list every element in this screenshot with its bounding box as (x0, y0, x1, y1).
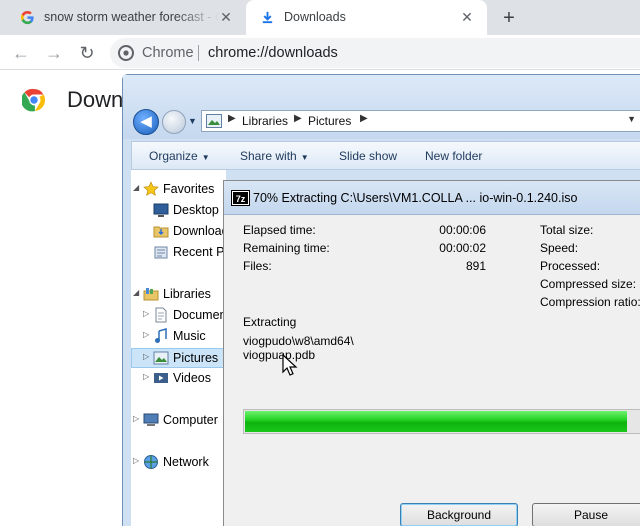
operation-label: Extracting (243, 315, 297, 329)
libraries-icon (143, 288, 159, 301)
close-tab-icon[interactable]: ✕ (218, 9, 234, 25)
url-origin: Chrome (142, 45, 194, 61)
explorer-nav-bar: ◀ ▼ ▶ Libraries ▶ Pictures ▶ ▼ (123, 75, 640, 139)
new-tab-icon[interactable]: + (498, 7, 520, 29)
tree-item-recent-places[interactable]: Recent Places (131, 243, 226, 263)
dialog-title-bar[interactable]: 7z 70% Extracting C:\Users\VM1.COLLA ...… (224, 181, 640, 215)
organize-button[interactable]: Organize ▼ (149, 149, 210, 163)
navigation-pane: ◢ Favorites Desktop Downloads Recent Pla… (131, 170, 226, 526)
pause-button[interactable]: Pause (532, 503, 640, 526)
forward-arrow-icon[interactable] (162, 110, 186, 134)
pictures-library-icon (206, 114, 222, 128)
network-icon (144, 455, 158, 469)
remaining-time-value: 00:00:02 (439, 241, 486, 255)
page-title: Down (67, 87, 124, 112)
browser-toolbar: ← → ↻ Chrome chrome://downloads (0, 35, 640, 70)
tab-strip: snow storm weather forecast - G ✕ Downlo… (0, 0, 640, 35)
background-button[interactable]: Background (400, 503, 518, 526)
download-icon (262, 11, 273, 24)
downloads-folder-icon (153, 226, 169, 238)
compression-ratio-label: Compression ratio: (540, 295, 640, 309)
collapsed-arrow-icon: ▷ (143, 330, 150, 339)
tab-title: Downloads (284, 10, 346, 24)
extraction-dialog: 7z 70% Extracting C:\Users\VM1.COLLA ...… (223, 180, 640, 526)
recent-places-icon (154, 246, 168, 259)
address-bar[interactable]: Chrome chrome://downloads (110, 38, 640, 68)
extraction-progress-bar (243, 409, 640, 434)
back-arrow-icon[interactable]: ◀ (133, 109, 159, 135)
breadcrumb-pictures[interactable]: Pictures (308, 114, 351, 128)
current-path: viogpudo\w8\amd64\ (243, 334, 354, 348)
star-icon (143, 181, 159, 196)
chrome-logo-icon (22, 88, 46, 112)
tree-item-desktop[interactable]: Desktop (131, 201, 226, 221)
files-value: 891 (465, 259, 486, 273)
tree-item-computer[interactable]: ▷ Computer (131, 411, 226, 431)
tree-item-documents[interactable]: ▷ Documents (131, 306, 226, 326)
collapsed-arrow-icon: ▷ (143, 372, 150, 381)
chrome-site-icon (118, 45, 134, 61)
computer-icon (143, 413, 159, 426)
chevron-down-icon: ▼ (300, 153, 309, 162)
collapsed-arrow-icon: ▷ (133, 456, 140, 465)
new-folder-button[interactable]: New folder (425, 149, 482, 163)
videos-icon (154, 373, 168, 383)
explorer-command-bar: Organize ▼ Share with ▼ Slide show New fol… (131, 141, 640, 170)
total-size-label: Total size: (540, 223, 594, 237)
music-icon (155, 328, 167, 343)
pictures-icon (153, 351, 169, 365)
documents-icon (155, 307, 167, 323)
7zip-app-icon: 7z (231, 190, 250, 206)
collapsed-arrow-icon: ▷ (143, 309, 150, 318)
share-with-button[interactable]: Share with ▼ (240, 149, 309, 163)
back-arrow-icon[interactable]: ← (10, 42, 32, 64)
tree-item-libraries[interactable]: ◢ Libraries (131, 285, 226, 305)
expand-arrow-icon: ◢ (133, 288, 140, 297)
google-g-icon (20, 10, 34, 25)
expand-arrow-icon: ◢ (133, 183, 140, 192)
tree-item-pictures[interactable]: ▷ Pictures (131, 348, 226, 368)
chevron-down-icon: ▼ (201, 153, 210, 162)
remaining-time-label: Remaining time: (243, 241, 330, 255)
files-label: Files: (243, 259, 272, 273)
tree-item-network[interactable]: ▷ Network (131, 453, 226, 473)
elapsed-time-label: Elapsed time: (243, 223, 316, 237)
tree-item-music[interactable]: ▷ Music (131, 327, 226, 347)
collapsed-arrow-icon: ▷ (133, 414, 140, 423)
current-file: viogpuap.pdb (243, 348, 316, 362)
processed-label: Processed: (540, 259, 601, 273)
mouse-pointer-icon (282, 354, 298, 376)
dialog-title: 70% Extracting C:\Users\VM1.COLLA ... io… (253, 191, 578, 205)
url-text: chrome://downloads (208, 45, 338, 61)
forward-arrow-icon[interactable]: → (43, 42, 65, 64)
slide-show-button[interactable]: Slide show (339, 149, 397, 163)
close-tab-icon[interactable]: ✕ (459, 9, 475, 25)
tree-item-downloads[interactable]: Downloads (131, 222, 226, 242)
tab-search-results[interactable]: snow storm weather forecast - G ✕ (0, 0, 246, 35)
breadcrumb-libraries[interactable]: Libraries (242, 114, 288, 128)
reload-icon[interactable]: ↻ (76, 42, 98, 64)
elapsed-time-value: 00:00:06 (439, 223, 486, 237)
collapsed-arrow-icon: ▷ (143, 352, 150, 361)
tab-downloads[interactable]: Downloads ✕ (246, 0, 487, 35)
recent-pages-dropdown-icon[interactable]: ▼ (188, 116, 197, 126)
progress-fill (245, 411, 627, 432)
speed-label: Speed: (540, 241, 579, 255)
desktop-icon (153, 203, 169, 217)
tree-item-videos[interactable]: ▷ Videos (131, 369, 226, 389)
tree-item-favorites[interactable]: ◢ Favorites (131, 180, 226, 200)
compressed-size-label: Compressed size: (540, 277, 637, 291)
address-dropdown-icon[interactable]: ▼ (627, 114, 636, 124)
explorer-address-bar[interactable]: ▶ Libraries ▶ Pictures ▶ ▼ (201, 110, 640, 132)
